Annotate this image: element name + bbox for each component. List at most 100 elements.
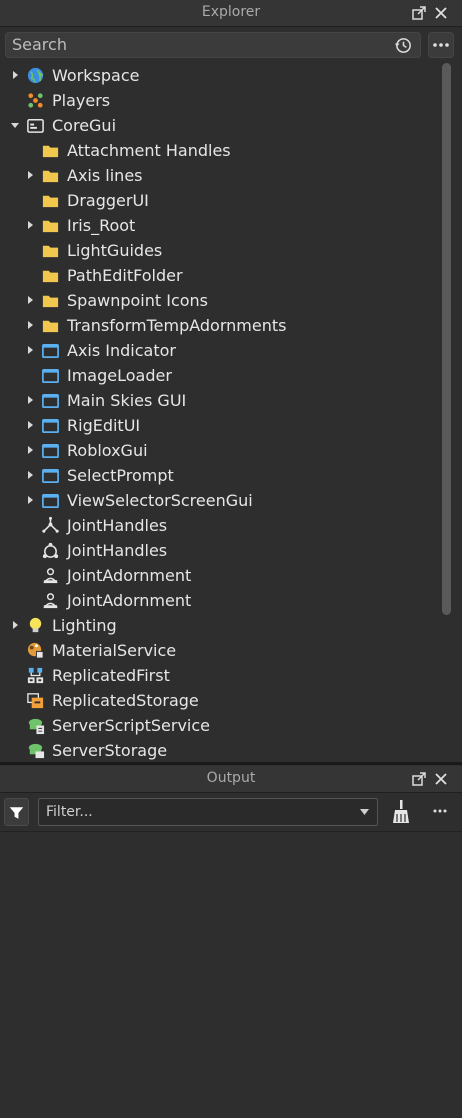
panel-divider[interactable]: [0, 762, 462, 765]
history-icon[interactable]: [394, 36, 413, 55]
replicated-first-icon: [27, 667, 44, 684]
tree-item[interactable]: Axis lines: [0, 163, 440, 188]
tree-item[interactable]: RobloxGui: [0, 438, 440, 463]
chevron-right-icon[interactable]: [25, 495, 35, 505]
tree-item[interactable]: Spawnpoint Icons: [0, 288, 440, 313]
chevron-right-icon[interactable]: [25, 295, 35, 305]
tree-item[interactable]: Workspace: [0, 63, 440, 88]
broom-icon[interactable]: [389, 799, 413, 825]
tree-item-label: DraggerUI: [67, 191, 149, 210]
tree-item-label: MaterialService: [52, 641, 177, 660]
explorer-tree: Workspace Players CoreGui Attachment Handle…: [0, 63, 440, 760]
folder-icon: [42, 145, 59, 158]
folder-icon: [42, 270, 59, 283]
search-placeholder: Search: [12, 35, 67, 54]
tree-item-label: Iris_Root: [67, 216, 136, 235]
tree-item[interactable]: Axis Indicator: [0, 338, 440, 363]
chevron-right-icon[interactable]: [25, 470, 35, 480]
folder-icon: [42, 220, 59, 233]
chevron-right-icon[interactable]: [10, 620, 20, 630]
chevron-down-icon[interactable]: [360, 809, 369, 815]
tree-item[interactable]: Players: [0, 88, 440, 113]
tree-item-label: RigEditUI: [67, 416, 141, 435]
explorer-header: Explorer: [0, 0, 462, 27]
tree-item-label: JointHandles: [67, 516, 168, 535]
tree-item[interactable]: Iris_Root: [0, 213, 440, 238]
tree-item[interactable]: LightGuides: [0, 238, 440, 263]
folder-icon: [42, 320, 59, 333]
chevron-right-icon[interactable]: [25, 320, 35, 330]
tree-item-label: JointAdornment: [67, 566, 192, 585]
tree-item-label: ViewSelectorScreenGui: [67, 491, 253, 510]
material-service-icon: [27, 642, 44, 659]
more-options-button[interactable]: [428, 32, 454, 58]
folder-icon: [42, 245, 59, 258]
tree-item-label: Workspace: [52, 66, 140, 85]
tree-item[interactable]: RigEditUI: [0, 413, 440, 438]
tree-item[interactable]: CoreGui: [0, 113, 440, 138]
filter-button[interactable]: [4, 798, 29, 826]
tree-item-label: CoreGui: [52, 116, 117, 135]
lightbulb-icon: [29, 617, 42, 633]
tree-item[interactable]: JointAdornment: [0, 588, 440, 613]
tree-item[interactable]: ServerScriptService: [0, 713, 440, 738]
tree-item[interactable]: SelectPrompt: [0, 463, 440, 488]
close-icon[interactable]: [433, 771, 449, 787]
ellipsis-icon[interactable]: [432, 803, 448, 819]
tree-item-label: LightGuides: [67, 241, 163, 260]
chevron-right-icon[interactable]: [25, 395, 35, 405]
tree-item[interactable]: TransformTempAdornments: [0, 313, 440, 338]
folder-icon: [42, 295, 59, 308]
tree-item[interactable]: Lighting: [0, 613, 440, 638]
chevron-right-icon[interactable]: [25, 420, 35, 430]
output-filter-input[interactable]: Filter...: [38, 798, 378, 826]
explorer-scrollbar[interactable]: [442, 63, 451, 615]
output-filter-row: Filter...: [0, 793, 462, 832]
folder-icon: [42, 170, 59, 183]
tree-item-label: Spawnpoint Icons: [67, 291, 209, 310]
window-icon: [27, 119, 44, 133]
tree-item[interactable]: JointHandles: [0, 538, 440, 563]
output-header: Output: [0, 766, 462, 793]
ellipsis-icon: [433, 43, 449, 47]
tree-item[interactable]: Attachment Handles: [0, 138, 440, 163]
tree-item[interactable]: DraggerUI: [0, 188, 440, 213]
tree-item[interactable]: Main Skies GUI: [0, 388, 440, 413]
search-row: Search: [0, 27, 462, 63]
tree-item[interactable]: ServerStorage: [0, 738, 440, 760]
chevron-right-icon[interactable]: [25, 345, 35, 355]
search-input[interactable]: Search: [5, 32, 421, 58]
players-icon: [28, 93, 43, 108]
tree-item[interactable]: PathEditFolder: [0, 263, 440, 288]
tree-item-label: Axis Indicator: [67, 341, 176, 360]
tree-item-label: TransformTempAdornments: [67, 316, 287, 335]
tree-item[interactable]: MaterialService: [0, 638, 440, 663]
chevron-right-icon[interactable]: [10, 70, 20, 80]
joint-handles-icon: [42, 516, 59, 533]
screengui-icon: [42, 418, 59, 434]
output-log-area[interactable]: [0, 832, 462, 1118]
tree-item-label: ReplicatedStorage: [52, 691, 199, 710]
filter-placeholder: Filter...: [46, 804, 93, 820]
joint-adornment-icon: [43, 568, 58, 584]
tree-item-label: PathEditFolder: [67, 266, 183, 285]
chevron-right-icon[interactable]: [25, 220, 35, 230]
undock-icon[interactable]: [411, 5, 427, 21]
tree-item[interactable]: ImageLoader: [0, 363, 440, 388]
tree-item[interactable]: JointAdornment: [0, 563, 440, 588]
tree-item[interactable]: ReplicatedStorage: [0, 688, 440, 713]
chevron-down-icon[interactable]: [10, 120, 20, 130]
tree-item[interactable]: ViewSelectorScreenGui: [0, 488, 440, 513]
close-icon[interactable]: [433, 5, 449, 21]
chevron-right-icon[interactable]: [25, 170, 35, 180]
tree-item-label: Lighting: [52, 616, 117, 635]
chevron-right-icon[interactable]: [25, 445, 35, 455]
undock-icon[interactable]: [411, 771, 427, 787]
tree-item-label: ServerScriptService: [52, 716, 211, 735]
joint-adornment-icon: [43, 593, 58, 609]
tree-item[interactable]: JointHandles: [0, 513, 440, 538]
tree-item-label: ServerStorage: [52, 741, 168, 760]
server-script-service-icon: [28, 718, 45, 735]
explorer-title: Explorer: [201, 4, 261, 20]
tree-item[interactable]: ReplicatedFirst: [0, 663, 440, 688]
